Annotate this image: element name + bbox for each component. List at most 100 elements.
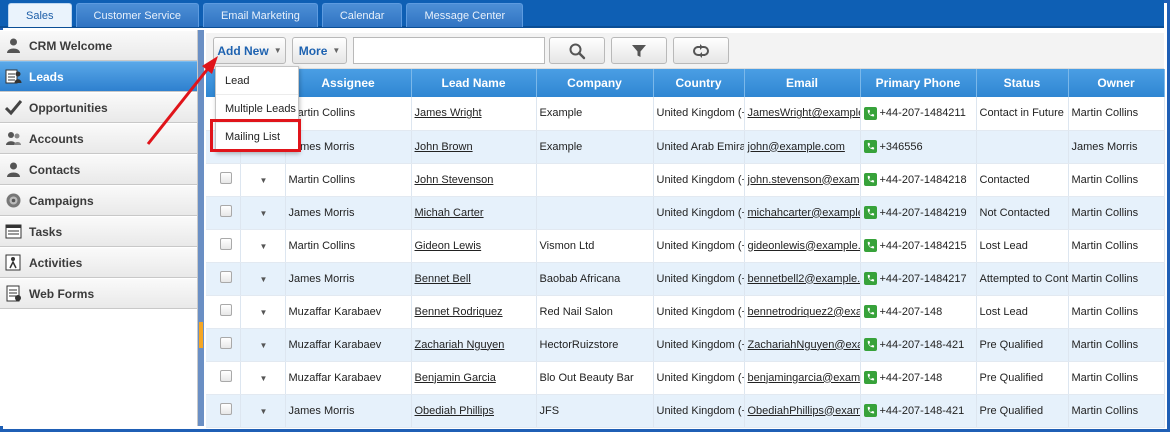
phone-icon[interactable] [863,106,877,120]
top-nav: Sales Customer Service Email Marketing Cale… [0,0,1164,28]
email-link[interactable]: JamesWright@example.com [748,107,860,119]
email-link[interactable]: john@example.com [748,141,845,153]
sidebar-item-tasks[interactable]: Tasks [0,216,197,247]
table-row[interactable]: ▼ James Morris Bennet Bell Baobab Africana U… [206,262,1165,296]
phone-icon[interactable] [863,272,877,285]
lead-name-link[interactable]: James Wright [415,107,482,119]
tab-sales[interactable]: Sales [8,3,72,27]
phone-icon[interactable] [863,206,877,219]
cell-country: United Kingdom (+44) [653,97,745,131]
column-header-lead-name[interactable]: Lead Name [411,69,537,97]
table-row[interactable]: ▼James MorrisJohn BrownExampleUnited Ara… [206,130,1165,164]
status-text: Contact in Future [979,107,1064,120]
column-header-company[interactable]: Company [536,69,654,97]
row-checkbox[interactable] [220,238,232,250]
phone-number[interactable]: +346556 [880,141,923,153]
row-menu-chevron-icon[interactable]: ▼ [260,275,268,284]
phone-icon[interactable] [863,338,877,351]
row-menu-chevron-icon[interactable]: ▼ [260,308,268,317]
row-checkbox[interactable] [220,370,232,382]
phone-number[interactable]: +44-207-148-421 [880,405,965,417]
table-row[interactable]: ▼ Martin Collins Gideon Lewis Vismon Ltd Uni… [206,229,1165,263]
sidebar-item-contacts[interactable]: Contacts [0,154,197,185]
row-menu-chevron-icon[interactable]: ▼ [260,341,268,350]
cell-lead-name: Gideon Lewis [411,229,537,263]
phone-number[interactable]: +44-207-1484215 [880,240,967,252]
lead-name-link[interactable]: Bennet Rodriquez [415,306,503,318]
email-link[interactable]: ObediahPhillips@example.com [748,405,860,417]
row-select-cell [206,295,241,329]
row-checkbox[interactable] [220,304,232,316]
cell-status [976,130,1069,164]
email-link[interactable]: ZachariahNguyen@example.com [748,339,860,351]
lead-name-link[interactable]: John Brown [415,141,473,153]
row-menu-chevron-icon[interactable]: ▼ [260,374,268,383]
phone-icon[interactable] [863,371,877,384]
row-checkbox[interactable] [220,172,232,184]
lead-name-link[interactable]: John Stevenson [415,174,494,186]
phone-number[interactable]: +44-207-148 [880,306,943,318]
tab-customer-service[interactable]: Customer Service [75,3,199,27]
phone-icon[interactable] [863,239,877,252]
email-link[interactable]: bennetrodriquez2@example.com [748,306,860,318]
tab-calendar[interactable]: Calendar [321,3,403,27]
row-checkbox[interactable] [220,403,232,415]
row-menu-chevron-icon[interactable]: ▼ [260,176,268,185]
column-header-country[interactable]: Country [653,69,745,97]
email-link[interactable]: michahcarter@example.com [748,207,860,219]
phone-number[interactable]: +44-207-148-421 [880,339,965,351]
table-row[interactable]: ▼ James Morris Obediah Phillips JFS United K… [206,394,1165,428]
splitter-collapse-handle[interactable] [199,322,203,348]
sidebar-item-activities[interactable]: Activities [0,247,197,278]
sidebar-item-campaigns[interactable]: Campaigns [0,185,197,216]
search-button[interactable] [549,37,605,64]
email-link[interactable]: benjamingarcia@example.com [748,372,860,384]
table-row[interactable]: ▼Martin CollinsJames WrightExampleUnited… [206,97,1165,131]
column-header-assignee[interactable]: Assignee [285,69,412,97]
email-link[interactable]: john.stevenson@example.com [748,174,860,186]
table-row[interactable]: ▼ James Morris Michah Carter United Kingdom… [206,196,1165,230]
table-row[interactable]: ▼ Muzaffar Karabaev Zachariah Nguyen Hector… [206,328,1165,362]
phone-number[interactable]: +44-207-1484211 [880,107,966,119]
row-checkbox[interactable] [220,205,232,217]
column-header-email[interactable]: Email [744,69,861,97]
cell-country: United Arab Emirates [653,130,745,164]
phone-icon[interactable] [863,404,877,417]
cell-owner: Martin Collins [1068,196,1165,230]
more-button[interactable]: More ▼ [292,37,347,64]
phone-number[interactable]: +44-207-1484218 [880,174,967,186]
email-link[interactable]: gideonlewis@example.com [748,240,860,252]
cell-assignee: James Morris [285,262,412,296]
column-header-owner[interactable]: Owner [1068,69,1165,97]
cell-country: United Kingdom (+44) [653,229,745,263]
phone-icon[interactable] [863,140,877,153]
filter-button[interactable] [611,37,667,64]
tab-message-center[interactable]: Message Center [406,3,524,27]
phone-number[interactable]: +44-207-1484219 [880,207,967,219]
phone-number[interactable]: +44-207-1484217 [880,273,967,285]
search-input[interactable] [353,37,545,64]
row-checkbox[interactable] [220,337,232,349]
row-menu-chevron-icon[interactable]: ▼ [260,407,268,416]
refresh-button[interactable] [673,37,729,64]
column-header-status[interactable]: Status [976,69,1069,97]
table-row[interactable]: ▼ Muzaffar Karabaev Benjamin Garcia Blo Out… [206,361,1165,395]
phone-icon[interactable] [863,305,877,318]
email-link[interactable]: bennetbell2@example.com [748,273,860,285]
table-row[interactable]: ▼ Martin Collins John Stevenson United King… [206,163,1165,197]
row-menu-chevron-icon[interactable]: ▼ [260,242,268,251]
lead-name-link[interactable]: Benjamin Garcia [415,372,496,384]
lead-name-link[interactable]: Zachariah Nguyen [415,339,505,351]
row-menu-chevron-icon[interactable]: ▼ [260,209,268,218]
lead-name-link[interactable]: Bennet Bell [415,273,471,285]
lead-name-link[interactable]: Michah Carter [415,207,484,219]
phone-icon[interactable] [863,173,877,186]
lead-name-link[interactable]: Gideon Lewis [415,240,482,252]
lead-name-link[interactable]: Obediah Phillips [415,405,495,417]
table-row[interactable]: ▼ Muzaffar Karabaev Bennet Rodriquez Red Na… [206,295,1165,329]
sidebar-item-web-forms[interactable]: Web Forms [0,278,197,309]
row-checkbox[interactable] [220,271,232,283]
phone-number[interactable]: +44-207-148 [880,372,943,384]
column-header-primary-phone[interactable]: Primary Phone [860,69,977,97]
tab-email-marketing[interactable]: Email Marketing [202,3,318,27]
